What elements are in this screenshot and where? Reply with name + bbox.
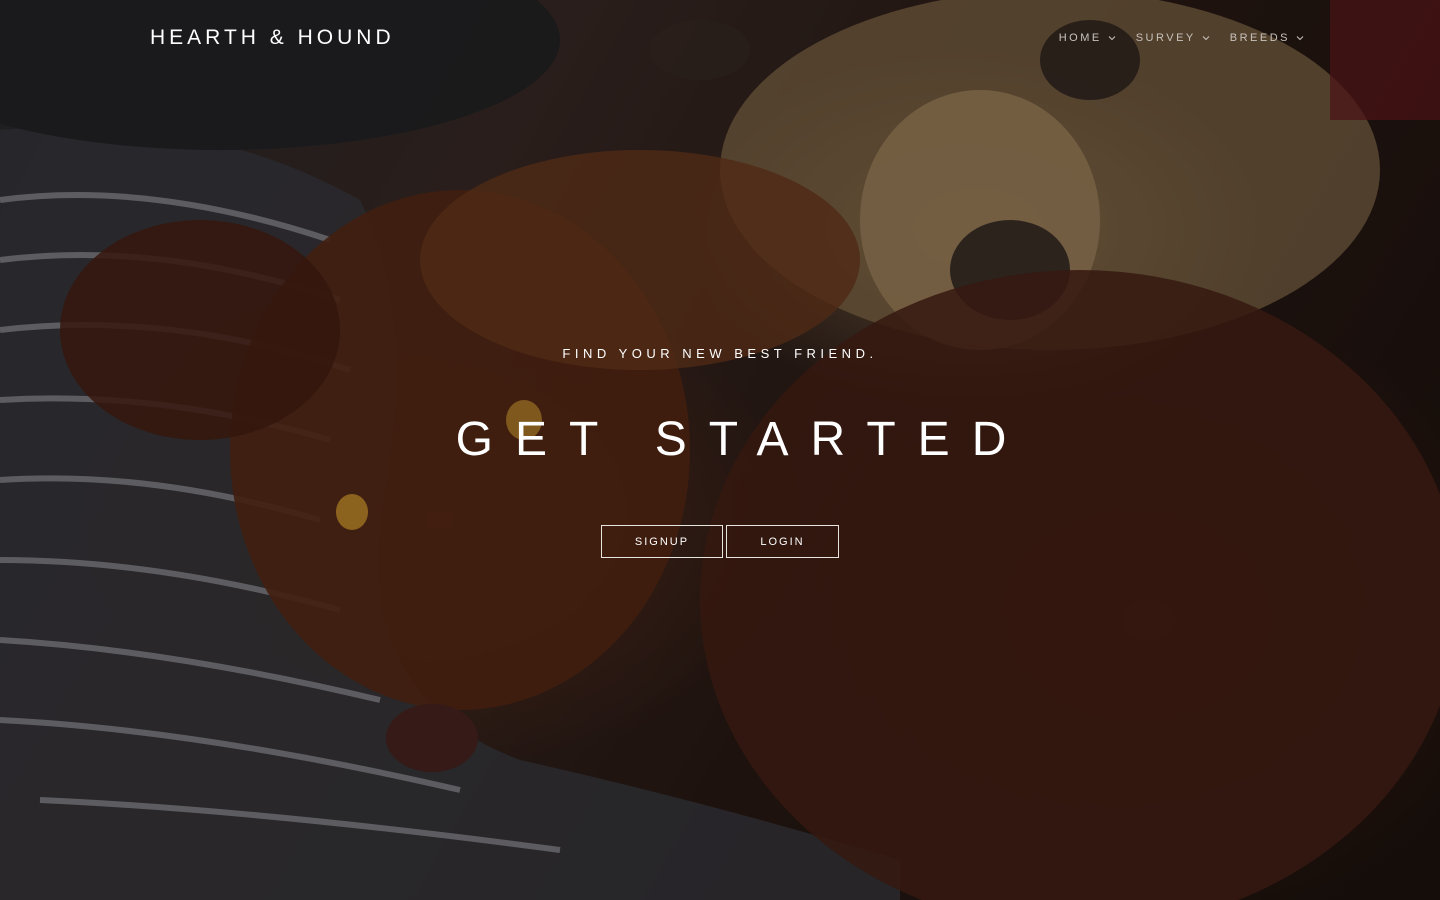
hero-tagline: FIND YOUR NEW BEST FRIEND.: [562, 346, 878, 361]
chevron-down-icon: [1296, 36, 1304, 41]
hero-button-group: SIGNUP LOGIN: [601, 525, 839, 558]
nav-item-home[interactable]: HOME: [1059, 32, 1116, 44]
top-navigation-bar: HEARTH & HOUND HOME SURVEY BREEDS: [0, 0, 1440, 80]
nav-item-breeds[interactable]: BREEDS: [1230, 32, 1304, 44]
chevron-down-icon: [1202, 36, 1210, 41]
nav-item-label: BREEDS: [1229, 32, 1290, 44]
signup-button[interactable]: SIGNUP: [601, 525, 723, 558]
main-nav: HOME SURVEY BREEDS: [1059, 32, 1304, 44]
brand-logo[interactable]: HEARTH & HOUND: [150, 26, 395, 50]
login-button[interactable]: LOGIN: [726, 525, 839, 558]
chevron-down-icon: [1108, 36, 1116, 41]
nav-item-label: HOME: [1058, 32, 1102, 44]
hero-headline: GET STARTED: [455, 413, 1029, 466]
nav-item-survey[interactable]: SURVEY: [1136, 32, 1210, 44]
nav-item-label: SURVEY: [1135, 32, 1196, 44]
hero-section: HEARTH & HOUND HOME SURVEY BREEDS FIND Y…: [0, 0, 1440, 900]
